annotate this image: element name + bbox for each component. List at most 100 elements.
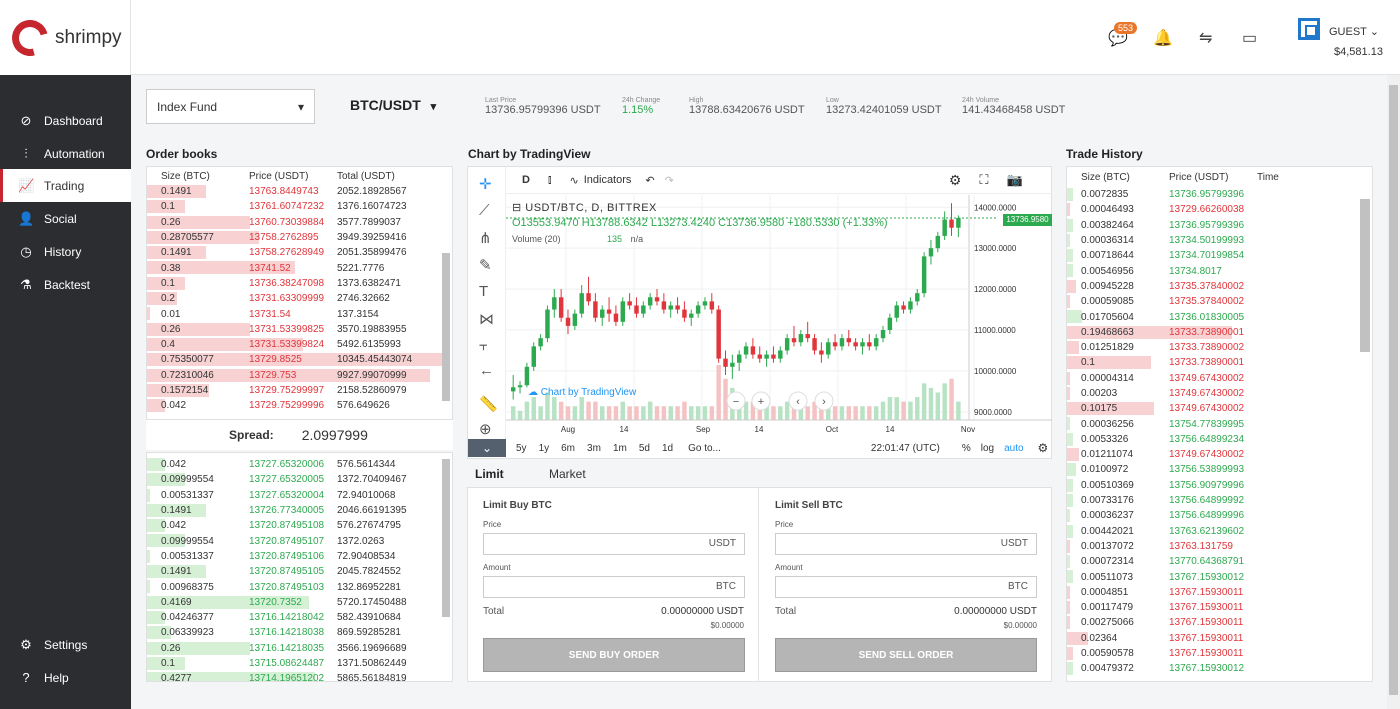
table-row[interactable]: 0.00117479 13767.15930011 (1067, 600, 1372, 615)
table-row[interactable]: 0.02364 13767.15930011 (1067, 631, 1372, 646)
bell-icon[interactable]: 🔔 (1153, 28, 1173, 48)
sidebar-item-trading[interactable]: 📈 Trading (0, 169, 131, 202)
table-row[interactable]: 0.00531337 13727.65320004 72.94010068 (147, 488, 452, 503)
chart-plot[interactable]: 14000.0000 13000.0000 12000.0000 11000.0000… (506, 195, 1052, 437)
sidebar-item-help[interactable]: ? Help (0, 661, 131, 694)
pair-select[interactable]: BTC/USDT ▾ (350, 97, 436, 113)
table-row[interactable]: 0.09999554 13720.87495107 1372.0263 (147, 533, 452, 548)
table-row[interactable]: 0.19468663 13733.73890001 (1067, 325, 1372, 340)
fund-select[interactable]: Index Fund ▾ (146, 89, 315, 124)
table-row[interactable]: 0.0100972 13756.53899993 (1067, 462, 1372, 477)
sell-amount-input[interactable]: BTC (775, 576, 1037, 598)
sell-price-input[interactable]: USDT (775, 533, 1037, 555)
table-row[interactable]: 0.01211074 13749.67430002 (1067, 447, 1372, 462)
table-row[interactable]: 0.10175 13749.67430002 (1067, 401, 1372, 416)
tab-limit[interactable]: Limit (475, 467, 504, 481)
table-row[interactable]: 0.4169 13720.7352 5720.17450488 (147, 595, 452, 610)
table-row[interactable]: 0.2 13731.63309999 2746.32662 (147, 291, 452, 306)
table-row[interactable]: 0.00382464 13736.95799396 (1067, 218, 1372, 233)
table-row[interactable]: 0.4 13731.53399824 5492.6135993 (147, 337, 452, 352)
table-row[interactable]: 0.72310046 13729.753 9927.99070999 (147, 368, 452, 383)
measure-icon[interactable]: ⫟ (479, 337, 488, 354)
table-row[interactable]: 0.00945228 13735.37840002 (1067, 279, 1372, 294)
range-1m[interactable]: 1m (613, 443, 627, 454)
table-row[interactable]: 0.1572154 13729.75299997 2158.52860979 (147, 383, 452, 398)
table-row[interactable]: 0.1491 13720.87495105 2045.7824552 (147, 564, 452, 579)
table-row[interactable]: 0.01705604 13736.01830005 (1067, 309, 1372, 324)
goto-button[interactable]: Go to... (688, 443, 721, 454)
range-6m[interactable]: 6m (561, 443, 575, 454)
camera-icon[interactable]: 📷 (1007, 172, 1023, 188)
ruler-icon[interactable]: 📏 (479, 395, 498, 413)
table-row[interactable]: 0.4277 13714.19651202 5865.56184819 (147, 671, 452, 681)
asks-scrollbar[interactable] (442, 253, 450, 401)
page-scrollbar[interactable] (1387, 75, 1400, 709)
account-menu[interactable]: GUEST ⌄ (1329, 25, 1379, 38)
buy-price-input[interactable]: USDT (483, 533, 745, 555)
wallet-icon[interactable]: ▭ (1242, 28, 1257, 48)
scale-settings-icon[interactable]: ⚙ (1038, 441, 1049, 455)
table-row[interactable]: 0.00531337 13720.87495106 72.90408534 (147, 549, 452, 564)
tradingview-chart[interactable]: ✛ ⟋ ⋔ ✎ T ⋈ ⫟ ← 📏 ⊕ D ⫾ ∿ Indicators ↶ ↷… (467, 166, 1052, 459)
table-row[interactable]: 0.00546956 13734.8017 (1067, 263, 1372, 278)
collapse-panel-icon[interactable]: ⌄ (468, 439, 506, 457)
range-5y[interactable]: 5y (516, 443, 527, 454)
table-row[interactable]: 0.26 13716.14218035 3566.19696689 (147, 641, 452, 656)
table-row[interactable]: 0.00072314 13770.64368791 (1067, 554, 1372, 569)
table-row[interactable]: 0.00968375 13720.87495103 132.86952281 (147, 579, 452, 594)
fullscreen-icon[interactable]: ⛶ (979, 172, 988, 188)
table-row[interactable]: 0.00036256 13754.77839995 (1067, 416, 1372, 431)
zoom-icon[interactable]: ⊕ (479, 420, 492, 438)
table-row[interactable]: 0.1 13715.08624487 1371.50862449 (147, 656, 452, 671)
range-1d[interactable]: 1d (662, 443, 673, 454)
range-1y[interactable]: 1y (539, 443, 550, 454)
table-row[interactable]: 0.00137072 13763.131759 (1067, 539, 1372, 554)
undo-icon[interactable]: ↶ (645, 174, 654, 187)
auto-toggle[interactable]: auto (1004, 443, 1023, 454)
crosshair-icon[interactable]: ✛ (479, 175, 492, 193)
indicators-icon[interactable]: ∿ (569, 174, 578, 187)
table-row[interactable]: 0.75350077 13729.8525 10345.45443074 (147, 352, 452, 367)
table-row[interactable]: 0.01 13731.54 137.3154 (147, 306, 452, 321)
table-row[interactable]: 0.042 13727.65320006 576.5614344 (147, 457, 452, 472)
buy-amount-input[interactable]: BTC (483, 576, 745, 598)
sidebar-item-settings[interactable]: ⚙ Settings (0, 628, 131, 661)
candle-type-icon[interactable]: ⫾ (548, 174, 552, 187)
table-row[interactable]: 0.00718644 13734.70199854 (1067, 248, 1372, 263)
sidebar-item-social[interactable]: 👤 Social (0, 202, 131, 235)
table-row[interactable]: 0.042 13729.75299996 576.649626 (147, 398, 452, 413)
chart-settings-icon[interactable]: ⚙ (949, 172, 962, 189)
percent-toggle[interactable]: % (962, 443, 971, 454)
range-3m[interactable]: 3m (587, 443, 601, 454)
bids-scrollbar[interactable] (442, 459, 450, 617)
scrollbar-thumb[interactable] (1389, 85, 1398, 695)
table-row[interactable]: 0.00275066 13767.15930011 (1067, 615, 1372, 630)
sidebar-item-history[interactable]: ◷ History (0, 235, 131, 268)
collapse-icon[interactable]: ⊟ (512, 202, 522, 214)
sidebar-item-automation[interactable]: ⫶ Automation (0, 137, 131, 170)
table-row[interactable]: 0.1491 13726.77340005 2046.66191395 (147, 503, 452, 518)
log-toggle[interactable]: log (981, 443, 994, 454)
table-row[interactable]: 0.26 13731.53399825 3570.19883955 (147, 322, 452, 337)
redo-icon[interactable]: ↷ (665, 174, 674, 187)
exchange-icon[interactable]: ⇋ (1199, 28, 1212, 48)
table-row[interactable]: 0.00733176 13756.64899992 (1067, 493, 1372, 508)
tradingview-watermark[interactable]: ☁ Chart by TradingView (528, 387, 636, 398)
table-row[interactable]: 0.28705577 13758.2762895 3949.39259416 (147, 230, 452, 245)
table-row[interactable]: 0.00046493 13729.66260038 (1067, 202, 1372, 217)
table-row[interactable]: 0.00442021 13763.62139602 (1067, 524, 1372, 539)
table-row[interactable]: 0.06339923 13716.14218038 869.59285281 (147, 625, 452, 640)
table-row[interactable]: 0.00004314 13749.67430002 (1067, 371, 1372, 386)
table-row[interactable]: 0.00510369 13756.90979996 (1067, 478, 1372, 493)
logo[interactable]: shrimpy (0, 0, 131, 75)
table-row[interactable]: 0.0053326 13756.64899234 (1067, 432, 1372, 447)
table-row[interactable]: 0.1491 13758.27628949 2051.35899476 (147, 245, 452, 260)
table-row[interactable]: 0.0004851 13767.15930011 (1067, 585, 1372, 600)
tab-market[interactable]: Market (549, 467, 586, 481)
pattern-icon[interactable]: ⋈ (479, 310, 494, 328)
table-row[interactable]: 0.00059085 13735.37840002 (1067, 294, 1372, 309)
table-row[interactable]: 0.1 13736.38247098 1373.6382471 (147, 276, 452, 291)
table-row[interactable]: 0.09999554 13727.65320005 1372.70409467 (147, 472, 452, 487)
table-row[interactable]: 0.00203 13749.67430002 (1067, 386, 1372, 401)
trades-scrollbar[interactable] (1360, 199, 1370, 352)
